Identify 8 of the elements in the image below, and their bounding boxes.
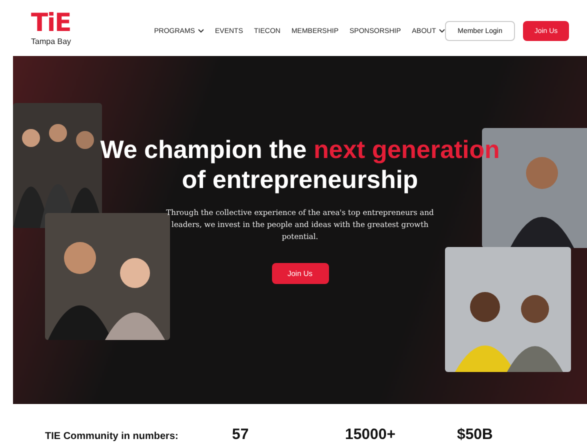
logo[interactable]: TiE xyxy=(31,10,71,34)
chevron-down-icon xyxy=(198,29,204,33)
chevron-down-icon xyxy=(439,29,445,33)
stats-title: TIE Community in numbers: xyxy=(45,431,178,442)
stat-value: $50B xyxy=(457,426,493,443)
stat-value: 57 xyxy=(232,426,249,443)
stat-value: 15000+ xyxy=(345,426,396,443)
logo-subtitle: Tampa Bay xyxy=(31,36,72,46)
